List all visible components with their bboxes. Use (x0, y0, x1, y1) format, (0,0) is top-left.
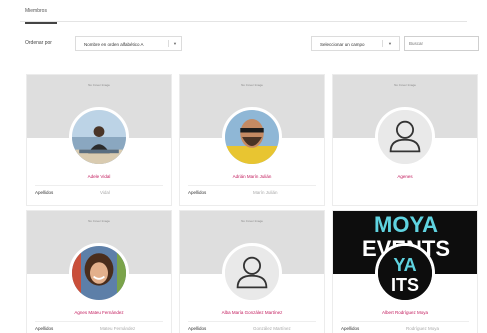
member-name-link[interactable]: Alba María González Martínez (180, 310, 324, 315)
svg-text:YA: YA (393, 255, 416, 275)
no-cover-text: No Cover Image (88, 83, 110, 87)
default-user-icon (225, 246, 279, 300)
member-card[interactable]: MOYA EVENTS YA YA ITS Albert Rodríguez M… (332, 210, 478, 333)
avatar[interactable] (222, 107, 282, 167)
field-select-divider (382, 40, 383, 47)
profile-photo (72, 110, 126, 164)
divider (35, 185, 163, 186)
no-cover-text: No Cover Image (394, 83, 416, 87)
divider (341, 321, 469, 322)
default-user-icon (378, 110, 432, 164)
avatar[interactable] (222, 243, 282, 303)
member-name-link[interactable]: Albert Rodríguez Moya (333, 310, 477, 315)
avatar[interactable]: YA ITS (375, 243, 435, 303)
chevron-down-icon[interactable]: ▼ (173, 41, 177, 46)
member-card[interactable]: No Cover Image Agenes (332, 74, 478, 206)
divider (35, 321, 163, 322)
member-name-link[interactable]: Adele Vidal (27, 174, 171, 179)
no-cover-text: No Cover Image (241, 83, 263, 87)
profile-photo (225, 110, 279, 164)
field-label: Apellidos (341, 326, 360, 331)
search-input[interactable] (404, 36, 479, 51)
divider (188, 185, 316, 186)
sort-label: Ordenar por (25, 40, 52, 46)
tab-bar: Miembros (20, 0, 467, 24)
field-label: Apellidos (188, 326, 207, 331)
tab-members[interactable]: Miembros (25, 8, 57, 24)
sort-select[interactable]: Nombre en orden alfabético A ▼ (75, 36, 182, 51)
field-value: Mateu Fernández (100, 326, 136, 331)
chevron-down-icon[interactable]: ▼ (388, 41, 392, 46)
member-card[interactable]: No Cover Image Adele Vidal Apellidos Vid… (26, 74, 172, 206)
no-cover-text: No Cover Image (241, 219, 263, 223)
member-name-link[interactable]: Agenes (333, 174, 477, 179)
avatar[interactable] (69, 243, 129, 303)
avatar[interactable] (69, 107, 129, 167)
field-select-value: Seleccionar un campo (320, 41, 365, 47)
sort-select-divider (168, 40, 169, 47)
member-card[interactable]: No Cover Image Alba María González Martí… (179, 210, 325, 333)
avatar[interactable] (375, 107, 435, 167)
profile-photo (72, 246, 126, 300)
divider (188, 321, 316, 322)
logo-avatar: YA ITS (378, 246, 432, 300)
member-name-link[interactable]: Agnes Mateu Fernández (27, 310, 171, 315)
sort-select-value: Nombre en orden alfabético A (84, 41, 144, 47)
field-label: Apellidos (35, 326, 54, 331)
field-label: Apellidos (188, 190, 207, 195)
svg-text:ITS: ITS (391, 275, 419, 295)
toolbar: Ordenar por Nombre en orden alfabético A… (20, 33, 482, 55)
member-card[interactable]: No Cover Image Adrián Marín Julián Apell… (179, 74, 325, 206)
member-card[interactable]: No Cover Image Agnes Mateu Fernández Ape… (26, 210, 172, 333)
svg-text:MOYA: MOYA (374, 212, 438, 237)
field-value: Rodríguez Moya (406, 326, 440, 331)
field-value: Vidal (100, 190, 110, 195)
field-select[interactable]: Seleccionar un campo ▼ (311, 36, 400, 51)
no-cover-text: No Cover Image (88, 219, 110, 223)
field-value: González Martínez (253, 326, 291, 331)
field-label: Apellidos (35, 190, 54, 195)
member-name-link[interactable]: Adrián Marín Julián (180, 174, 324, 179)
field-value: Marín Julián (253, 190, 278, 195)
